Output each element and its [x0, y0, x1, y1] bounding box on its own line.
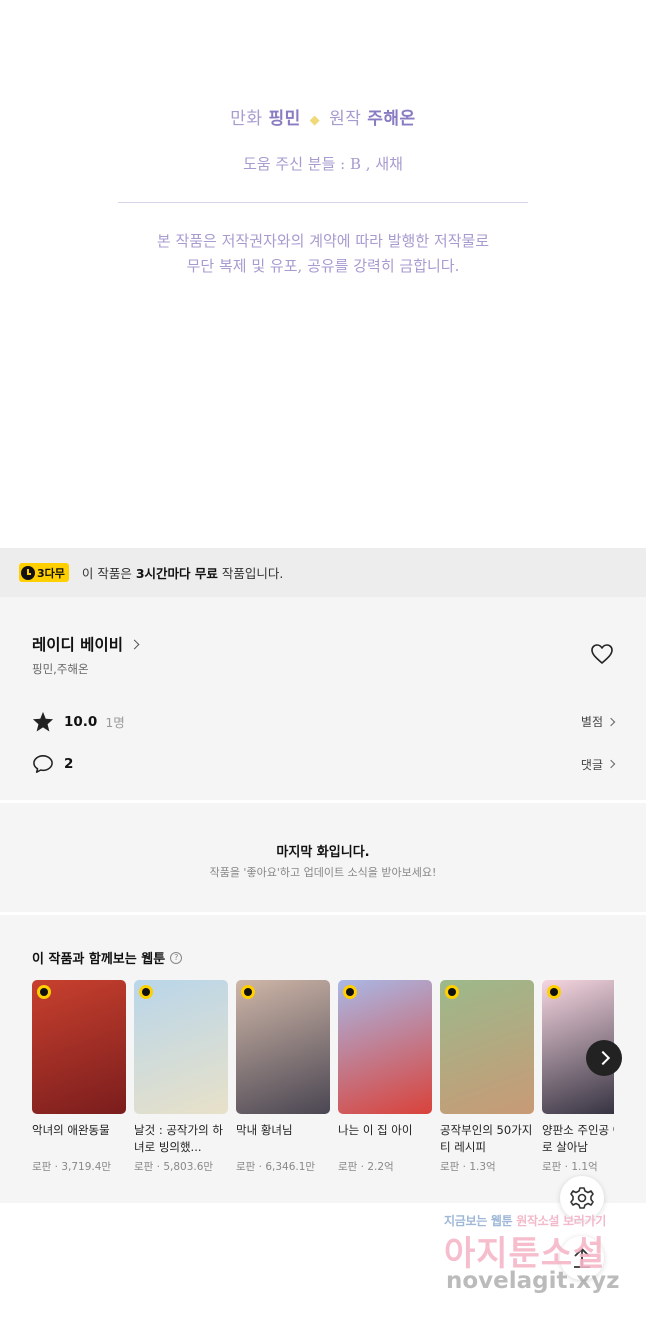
work-title-link[interactable]: 레이디 베이비 — [32, 633, 140, 655]
card-title: 양판소 주인공 아내로 살아남 — [542, 1123, 614, 1154]
credit-authors-line: 만화 핑민 ◆ 원작 주해온 — [0, 104, 646, 129]
recommendation-card[interactable]: 양판소 주인공 아내로 살아남로판 · 1.1억 — [542, 980, 614, 1174]
author-name: 주해온 — [367, 109, 416, 129]
comments-link-label: 댓글 — [580, 757, 603, 772]
notice-suffix: 작품입니다. — [217, 566, 284, 581]
label-manhwa: 만화 — [230, 109, 263, 129]
watermark-url: novelagit.xyz — [446, 1268, 620, 1294]
artist-name: 핑민 — [268, 109, 301, 129]
card-title: 악녀의 애완동물 — [32, 1123, 110, 1137]
card-meta: 로판 · 1.3억 — [440, 1161, 496, 1173]
comment-count: 2 — [64, 756, 74, 772]
free-notice-text: 이 작품은 3시간마다 무료 작품입니다. — [82, 563, 283, 582]
work-info-section: 레이디 베이비 핑민,주해온 10.0 1명 별점 2 댓글 — [0, 597, 646, 800]
rating-row: 10.0 1명 별점 — [32, 711, 616, 732]
card-meta: 로판 · 2.2억 — [338, 1161, 394, 1173]
card-title: 나는 이 집 아이 — [338, 1123, 413, 1137]
clock-icon — [445, 985, 459, 999]
assistants-credit: 도움 주신 분들 : B , 새채 — [243, 155, 403, 173]
label-original: 원작 — [329, 109, 362, 129]
rating-link-label: 별점 — [580, 715, 603, 729]
card-meta: 로판 · 1.1억 — [542, 1161, 598, 1173]
card-title: 공작부인의 50가지 티 레시피 — [440, 1123, 533, 1154]
notice-bold: 3시간마다 무료 — [135, 566, 218, 581]
rating-count: 1명 — [105, 715, 125, 730]
recommendation-card[interactable]: 막내 황녀님로판 · 6,346.1만 — [236, 980, 330, 1174]
clock-icon — [547, 985, 561, 999]
copyright-line-2: 무단 복제 및 유포, 공유를 강력히 금합니다. — [186, 257, 460, 275]
card-meta: 로판 · 6,346.1만 — [236, 1161, 316, 1173]
site-watermark: 지금보는 웹툰 원작소설 보러가기 아지툰소설 novelagit.xyz — [438, 1208, 638, 1313]
chevron-right-icon — [606, 717, 616, 726]
card-title: 막내 황녀님 — [236, 1123, 293, 1137]
recommendation-card[interactable]: 나는 이 집 아이로판 · 2.2억 — [338, 980, 432, 1174]
thumbnail-image — [236, 980, 330, 1114]
card-title: 날것 : 공작가의 하녀로 빙의했... — [134, 1123, 223, 1154]
recommendations-header: 이 작품과 함께보는 웹툰 ? — [32, 948, 183, 967]
comment-bubble-icon — [33, 755, 53, 773]
comment-row: 2 댓글 — [32, 754, 616, 774]
clock-icon — [21, 565, 35, 580]
copyright-notice: 본 작품은 저작권자와의 계약에 따라 발행한 저작물로 무단 복제 및 유포,… — [0, 229, 646, 279]
recommendation-card[interactable]: 날것 : 공작가의 하녀로 빙의했... 로판 · 5,803.6만 — [134, 980, 228, 1174]
last-episode-section: 마지막 화입니다. 작품을 '좋아요'하고 업데이트 소식을 받아보세요! — [0, 803, 646, 912]
last-episode-title: 마지막 화입니다. — [276, 845, 370, 860]
recommendation-card[interactable]: 공작부인의 50가지 티 레시피로판 · 1.3억 — [440, 980, 534, 1174]
thumbnail-image — [440, 980, 534, 1114]
recommendation-card[interactable]: 악녀의 애완동물로판 · 3,719.4만 — [32, 980, 126, 1174]
card-meta: 로판 · 5,803.6만 — [134, 1161, 214, 1173]
thumbnail-image — [338, 980, 432, 1114]
clock-icon — [37, 985, 51, 999]
thumbnail-image — [32, 980, 126, 1114]
recommendations-title: 이 작품과 함께보는 웹툰 — [32, 952, 166, 967]
comments-link[interactable]: 댓글 — [580, 756, 616, 773]
clock-icon — [343, 985, 357, 999]
free-notice-bar: 3다무 이 작품은 3시간마다 무료 작품입니다. — [0, 548, 646, 597]
clock-icon — [241, 985, 255, 999]
carousel-next-button[interactable] — [586, 1040, 622, 1076]
thumbnail-image — [134, 980, 228, 1114]
last-episode-subtitle: 작품을 '좋아요'하고 업데이트 소식을 받아보세요! — [209, 866, 437, 879]
credits-divider — [118, 202, 528, 203]
copyright-line-1: 본 작품은 저작권자와의 계약에 따라 발행한 저작물로 — [156, 232, 490, 250]
clock-icon — [139, 985, 153, 999]
rating-link[interactable]: 별점 — [580, 713, 616, 730]
star-icon — [32, 711, 54, 732]
notice-prefix: 이 작품은 — [81, 566, 136, 581]
free-badge-label: 3다무 — [37, 566, 65, 580]
work-title: 레이디 베이비 — [32, 636, 123, 654]
card-meta: 로판 · 3,719.4만 — [32, 1161, 112, 1173]
work-authors: 핑민,주해온 — [32, 662, 89, 676]
recommendations-section: 이 작품과 함께보는 웹툰 ? 악녀의 애완동물 로판 · 3,719.4만 날것 … — [0, 915, 646, 1203]
rating-value: 10.0 — [64, 713, 98, 730]
recommendation-carousel: 악녀의 애완동물 로판 · 3,719.4만 날것 : 공작가의 하녀로 빙의했..… — [32, 980, 614, 1190]
chevron-right-icon — [606, 759, 616, 769]
heart-icon[interactable] — [590, 643, 614, 665]
credits-panel: 만화 핑민 ◆ 원작 주해온 도움 주신 분들 : B , 새채 본 작품은 저… — [0, 0, 646, 548]
chevron-right-icon — [129, 639, 140, 649]
free-badge: 3다무 — [19, 563, 69, 582]
help-icon[interactable]: ? — [170, 951, 183, 964]
diamond-icon: ◆ — [309, 113, 321, 128]
